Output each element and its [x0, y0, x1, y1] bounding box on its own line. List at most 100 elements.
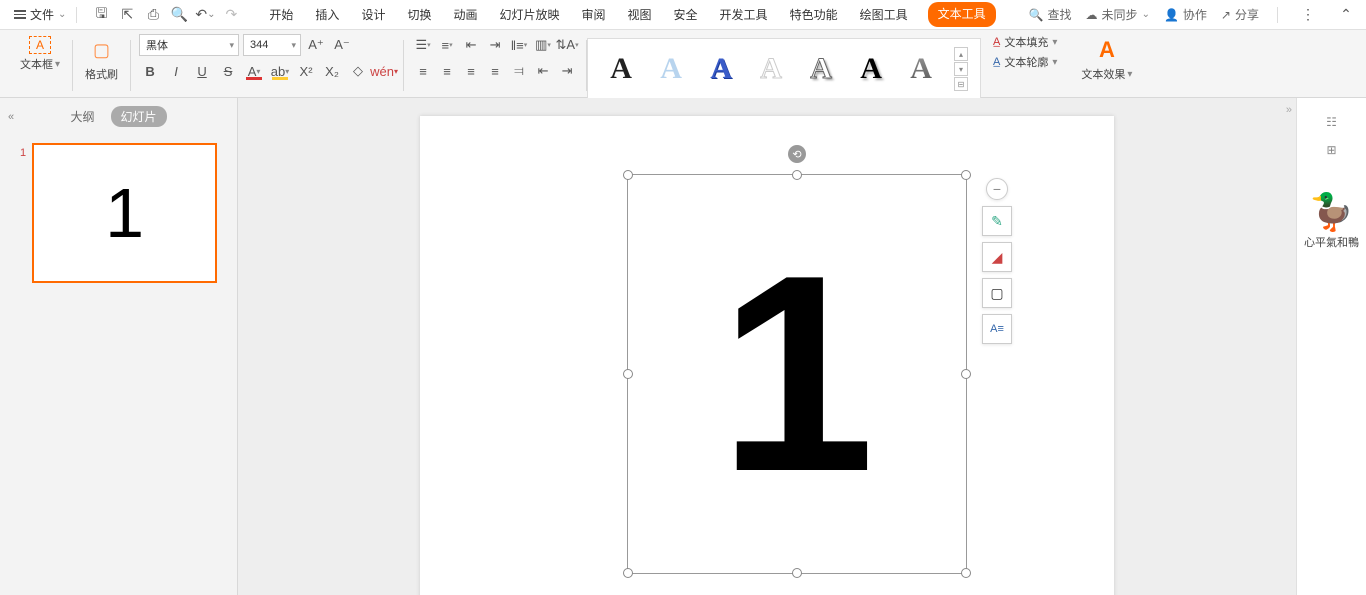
text-fill-button[interactable]: A̲ 文本填充 ▾	[993, 34, 1057, 50]
tab-start[interactable]: 开始	[267, 2, 295, 27]
textbox-button[interactable]: A 文本框▾	[16, 34, 64, 74]
outline-tab[interactable]: 大纲	[70, 108, 94, 125]
user-icon: 👤	[1164, 8, 1179, 22]
line-spacing-button[interactable]: ‖≡▾	[508, 34, 530, 56]
rotate-handle-icon[interactable]: ⟲	[788, 145, 806, 163]
resize-handle-l[interactable]	[623, 369, 633, 379]
format-painter-button[interactable]: ▢ 格式刷	[81, 34, 122, 84]
print-icon[interactable]: ⎙	[141, 3, 165, 27]
side-panel-tabs: « 大纲 幻灯片	[0, 98, 237, 135]
undo-icon[interactable]: ↶⌄	[193, 3, 217, 27]
font-name-select[interactable]: 黑体 ▾	[139, 34, 239, 56]
bullets-button[interactable]: ☰▾	[412, 34, 434, 56]
increase-font-button[interactable]: A⁺	[305, 34, 327, 56]
text-effect-button[interactable]: A 文本效果▾	[1077, 34, 1136, 84]
subscript-button[interactable]: X₂	[321, 60, 343, 82]
clear-format-button[interactable]: ◇	[347, 60, 369, 82]
preview-icon[interactable]: 🔍	[167, 3, 191, 27]
more-icon[interactable]: ⋮	[1296, 3, 1320, 27]
wordart-style-2[interactable]: A	[650, 52, 692, 86]
top-menu-bar: 文件 ⌄ 🖫 ⇱ ⎙ 🔍 ↶⌄ ↷ 开始 插入 设计 切换 动画 幻灯片放映 审…	[0, 0, 1366, 30]
slide-body[interactable]: ⟲ 1 − ✎ ◢ ▢ A≡	[420, 116, 1114, 595]
resize-handle-br[interactable]	[961, 568, 971, 578]
slide-thumbnail-1[interactable]: 1	[32, 143, 217, 283]
tab-insert[interactable]: 插入	[313, 2, 341, 27]
font-color-button[interactable]: A▾	[243, 60, 265, 82]
save-icon[interactable]: 🖫	[89, 3, 113, 27]
strikethrough-button[interactable]: S	[217, 60, 239, 82]
resize-handle-tl[interactable]	[623, 170, 633, 180]
tab-features[interactable]: 特色功能	[788, 2, 840, 27]
shape-outline-button[interactable]: ▢	[982, 278, 1012, 308]
scroll-down-icon[interactable]: ▾	[954, 62, 968, 76]
assistant-mascot[interactable]: 🦆 心平氣和鴨	[1304, 194, 1359, 250]
tab-slideshow[interactable]: 幻灯片放映	[497, 2, 561, 27]
italic-button[interactable]: I	[165, 60, 187, 82]
tab-transition[interactable]: 切换	[405, 2, 433, 27]
font-size-select[interactable]: 344 ▾	[243, 34, 301, 56]
wordart-style-5[interactable]: A	[800, 52, 842, 86]
tab-review[interactable]: 审阅	[580, 2, 608, 27]
indent-right-button[interactable]: ⇥	[556, 60, 578, 82]
decrease-indent-button[interactable]: ⇤	[460, 34, 482, 56]
collapse-right-icon[interactable]: »	[1286, 104, 1292, 116]
tab-design[interactable]: 设计	[359, 2, 387, 27]
wordart-style-1[interactable]: A	[600, 52, 642, 86]
tab-security[interactable]: 安全	[672, 2, 700, 27]
text-outline-button[interactable]: A̲ 文本轮廓 ▾	[993, 54, 1057, 70]
wordart-style-4[interactable]: A	[750, 52, 792, 86]
wordart-style-3[interactable]: A	[700, 52, 742, 86]
bold-button[interactable]: B	[139, 60, 161, 82]
textbox-content[interactable]: 1	[628, 175, 966, 573]
align-center-button[interactable]: ≡	[436, 60, 458, 82]
distribute-button[interactable]: ⫤	[508, 60, 530, 82]
columns-button[interactable]: ▥▾	[532, 34, 554, 56]
increase-indent-button[interactable]: ⇥	[484, 34, 506, 56]
search-button[interactable]: 🔍 查找	[1029, 6, 1072, 23]
resize-handle-t[interactable]	[792, 170, 802, 180]
wordart-style-7[interactable]: A	[900, 52, 942, 86]
align-right-button[interactable]: ≡	[460, 60, 482, 82]
indent-left-button[interactable]: ⇤	[532, 60, 554, 82]
fill-bucket-button[interactable]: ◢	[982, 242, 1012, 272]
text-align-button[interactable]: A≡	[982, 314, 1012, 344]
tab-drawing-tools[interactable]: 绘图工具	[858, 2, 910, 27]
scroll-up-icon[interactable]: ▴	[954, 47, 968, 61]
share-button[interactable]: ↗ 分享	[1221, 6, 1259, 23]
collaborate-button[interactable]: 👤 协作	[1164, 6, 1207, 23]
export-icon[interactable]: ⇱	[115, 3, 139, 27]
share-icon: ↗	[1221, 8, 1231, 22]
slides-tab[interactable]: 幻灯片	[111, 106, 167, 127]
file-menu-button[interactable]: 文件 ⌄	[8, 4, 72, 25]
resize-handle-r[interactable]	[961, 369, 971, 379]
ribbon-toolbar: A 文本框▾ ▢ 格式刷 黑体 ▾ 344 ▾ A⁺ A⁻ B I U S	[0, 30, 1366, 98]
tab-developer[interactable]: 开发工具	[718, 2, 770, 27]
text-direction-button[interactable]: ⇅A▾	[556, 34, 578, 56]
minus-button[interactable]: −	[986, 178, 1008, 200]
tab-view[interactable]: 视图	[626, 2, 654, 27]
eyedropper-button[interactable]: ✎	[982, 206, 1012, 236]
resize-handle-tr[interactable]	[961, 170, 971, 180]
slide-canvas-area[interactable]: ⟲ 1 − ✎ ◢ ▢ A≡ »	[238, 98, 1296, 595]
tab-animation[interactable]: 动画	[451, 2, 479, 27]
expand-gallery-icon[interactable]: ⊟	[954, 77, 968, 91]
settings-icon[interactable]: ☷	[1322, 112, 1342, 132]
phonetic-button[interactable]: wén▾	[373, 60, 395, 82]
selected-textbox[interactable]: ⟲ 1	[627, 174, 967, 574]
decrease-font-button[interactable]: A⁻	[331, 34, 353, 56]
underline-button[interactable]: U	[191, 60, 213, 82]
unsync-button[interactable]: ☁ 未同步 ⌄	[1086, 6, 1150, 23]
superscript-button[interactable]: X²	[295, 60, 317, 82]
wordart-style-6[interactable]: A	[850, 52, 892, 86]
numbering-button[interactable]: ≡▾	[436, 34, 458, 56]
highlight-button[interactable]: ab▾	[269, 60, 291, 82]
resize-handle-bl[interactable]	[623, 568, 633, 578]
collapse-panel-icon[interactable]: «	[8, 111, 14, 123]
properties-icon[interactable]: ⊞	[1322, 140, 1342, 160]
tab-text-tools[interactable]: 文本工具	[928, 2, 996, 27]
align-left-button[interactable]: ≡	[412, 60, 434, 82]
collapse-ribbon-icon[interactable]: ⌃	[1334, 3, 1358, 27]
align-justify-button[interactable]: ≡	[484, 60, 506, 82]
redo-icon[interactable]: ↷	[219, 3, 243, 27]
resize-handle-b[interactable]	[792, 568, 802, 578]
